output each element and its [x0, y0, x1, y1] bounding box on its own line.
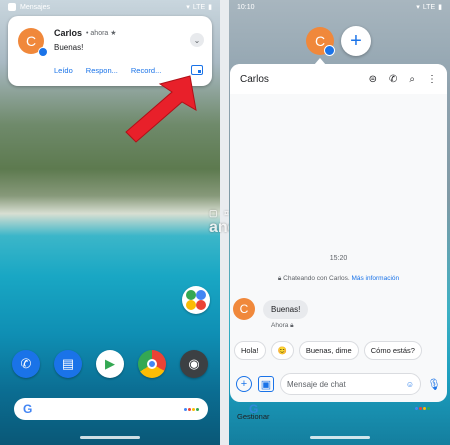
- search-icon[interactable]: ⌕: [409, 74, 415, 85]
- emoji-icon[interactable]: ☺: [406, 380, 414, 389]
- lock-icon: 🔒︎: [277, 275, 282, 282]
- action-read[interactable]: Leído: [54, 66, 73, 75]
- compose-bar: + ▣ Mensaje de chat ☺ 🎙︎: [230, 369, 447, 399]
- video-call-icon[interactable]: ⊜: [369, 74, 377, 85]
- battery-icon: ▮: [438, 4, 442, 11]
- smart-replies: Hola! 😊 Buenas, dime Cómo estás?: [234, 341, 443, 360]
- more-options-icon[interactable]: ⋮: [427, 74, 437, 85]
- left-screen: Mensajes ▾ LTE ▮ C Carlos • ahora ★ Buen…: [0, 0, 220, 445]
- app-dock: ✆ ▤ ▶ ◉: [12, 350, 208, 378]
- gallery-icon[interactable]: ▣: [258, 376, 274, 392]
- star-icon: ★: [110, 30, 117, 37]
- network-label: LTE: [422, 3, 436, 11]
- lock-icon: 🔒︎: [290, 322, 294, 329]
- manage-button[interactable]: Gestionar: [237, 412, 270, 421]
- battery-icon: ▮: [208, 4, 212, 11]
- status-bar: 10:10 ▾ LTE ▮: [229, 0, 450, 14]
- new-bubble-button[interactable]: +: [341, 26, 371, 56]
- notification-message: Buenas!: [54, 43, 84, 52]
- network-label: LTE: [192, 3, 206, 11]
- suggestion-chip[interactable]: Cómo estás?: [363, 341, 422, 360]
- more-info-link[interactable]: Más información: [351, 275, 399, 282]
- notification-sender: Carlos: [54, 28, 83, 38]
- add-icon[interactable]: +: [236, 376, 252, 392]
- suggestion-chip[interactable]: 😊: [270, 341, 294, 360]
- notification-meta: • ahora ★: [86, 30, 117, 37]
- message-input[interactable]: Mensaje de chat ☺: [280, 373, 422, 395]
- camera-app-icon[interactable]: ◉: [180, 350, 208, 378]
- messages-app-icon[interactable]: ▤: [54, 350, 82, 378]
- messages-badge-icon: [324, 45, 335, 56]
- phone-call-icon[interactable]: ✆: [389, 74, 397, 85]
- chat-header: Carlos ⊜ ✆ ⌕ ⋮: [230, 64, 447, 94]
- status-app-name: Mensajes: [20, 3, 50, 11]
- messages-status-icon: [8, 3, 16, 11]
- right-screen: 10:10 ▾ LTE ▮ C + Carlos ⊜ ✆ ⌕ ⋮ 15:20 🔒…: [229, 0, 450, 445]
- home-gesture-bar[interactable]: [309, 436, 370, 439]
- mic-icon[interactable]: 🎙︎: [427, 378, 441, 391]
- message-time: Ahora 🔒︎: [271, 322, 294, 329]
- home-gesture-bar[interactable]: [80, 436, 140, 439]
- action-reply[interactable]: Respon...: [86, 66, 118, 75]
- suggestion-chip[interactable]: Hola!: [234, 341, 266, 360]
- assistant-icon[interactable]: [415, 407, 430, 410]
- chat-window: Carlos ⊜ ✆ ⌕ ⋮ 15:20 🔒︎ Chateando con Ca…: [230, 64, 447, 402]
- app-folder-icon[interactable]: [182, 286, 210, 314]
- chrome-icon[interactable]: [138, 350, 166, 378]
- chat-info: 🔒︎ Chateando con Carlos. Más información: [277, 275, 400, 282]
- play-store-icon[interactable]: ▶: [96, 350, 124, 378]
- expand-chevron-icon[interactable]: ⌄: [190, 33, 204, 47]
- incoming-message[interactable]: Buenas!: [263, 300, 309, 319]
- clock: 10:10: [237, 3, 255, 11]
- chat-contact-name: Carlos: [240, 73, 269, 85]
- chat-timestamp: 15:20: [329, 255, 348, 262]
- suggestion-chip[interactable]: Buenas, dime: [298, 341, 359, 360]
- red-arrow-annotation: [125, 75, 197, 143]
- google-search-bar[interactable]: G: [14, 398, 208, 420]
- assistant-icon[interactable]: [184, 407, 199, 411]
- wifi-icon: ▾: [416, 4, 420, 11]
- sender-avatar: C: [233, 298, 255, 320]
- messages-badge-icon: [38, 47, 48, 57]
- google-g-icon: G: [23, 402, 33, 416]
- status-bar: Mensajes ▾ LTE ▮: [0, 0, 220, 14]
- phone-app-icon[interactable]: ✆: [12, 350, 40, 378]
- wifi-icon: ▾: [186, 4, 190, 11]
